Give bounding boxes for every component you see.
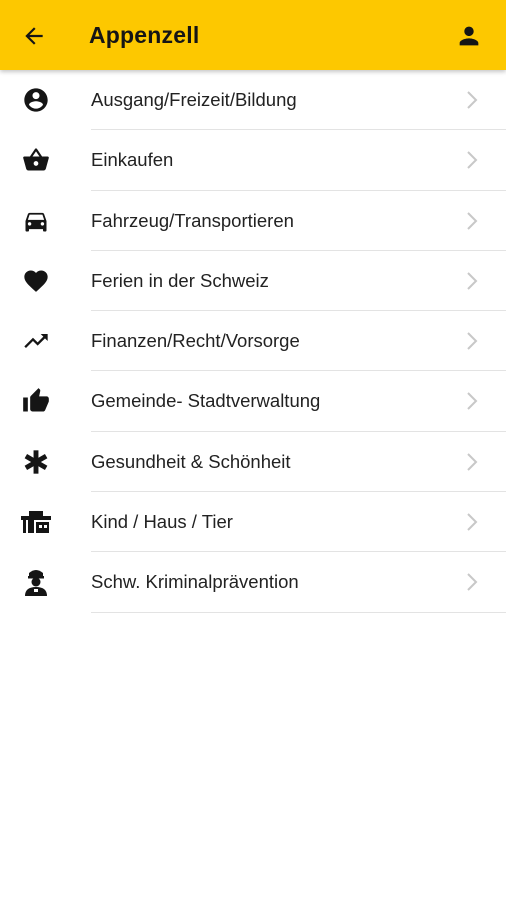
chevron-right-icon — [463, 270, 481, 292]
category-row-gemeinde[interactable]: Gemeinde- Stadtverwaltung — [0, 371, 506, 432]
house-icon — [20, 507, 52, 537]
shopping-basket-icon — [20, 145, 52, 175]
page-title: Appenzell — [89, 22, 200, 48]
category-row-gesundheit[interactable]: Gesundheit & Schönheit — [0, 432, 506, 493]
category-label: Ferien in der Schweiz — [91, 269, 269, 291]
category-label: Einkaufen — [91, 149, 174, 171]
police-officer-icon — [20, 567, 52, 597]
category-label: Gemeinde- Stadtverwaltung — [91, 390, 321, 412]
category-label: Kind / Haus / Tier — [91, 511, 233, 533]
category-label: Finanzen/Recht/Vorsorge — [91, 330, 300, 352]
car-icon — [20, 206, 52, 236]
person-icon[interactable] — [454, 21, 484, 51]
account-circle-icon — [20, 85, 52, 115]
category-row-ausgang[interactable]: Ausgang/Freizeit/Bildung — [0, 70, 506, 131]
category-row-finanzen[interactable]: Finanzen/Recht/Vorsorge — [0, 311, 506, 372]
app-bar: Appenzell — [0, 0, 506, 70]
chevron-right-icon — [463, 390, 481, 412]
heart-icon — [20, 266, 52, 296]
category-row-einkaufen[interactable]: Einkaufen — [0, 130, 506, 191]
chevron-right-icon — [463, 89, 481, 111]
chevron-right-icon — [463, 330, 481, 352]
category-row-kind-haus-tier[interactable]: Kind / Haus / Tier — [0, 492, 506, 553]
category-label: Fahrzeug/Transportieren — [91, 209, 294, 231]
trending-up-icon — [20, 326, 52, 356]
category-row-fahrzeug[interactable]: Fahrzeug/Transportieren — [0, 191, 506, 251]
category-row-ferien[interactable]: Ferien in der Schweiz — [0, 251, 506, 312]
category-label: Gesundheit & Schönheit — [91, 450, 291, 472]
chevron-right-icon — [463, 571, 481, 593]
divider — [91, 611, 506, 613]
asterisk-icon — [20, 447, 52, 477]
chevron-right-icon — [463, 149, 481, 171]
category-label: Ausgang/Freizeit/Bildung — [91, 89, 297, 110]
category-list: Ausgang/Freizeit/Bildung Einkaufen Fahrz… — [0, 70, 506, 613]
arrow-back-icon[interactable] — [19, 21, 49, 51]
category-row-kriminalpraevention[interactable]: Schw. Kriminalprävention — [0, 552, 506, 613]
chevron-right-icon — [463, 511, 481, 533]
category-label: Schw. Kriminalprävention — [91, 571, 299, 593]
chevron-right-icon — [463, 210, 481, 232]
thumb-up-icon — [20, 386, 52, 416]
chevron-right-icon — [463, 451, 481, 473]
